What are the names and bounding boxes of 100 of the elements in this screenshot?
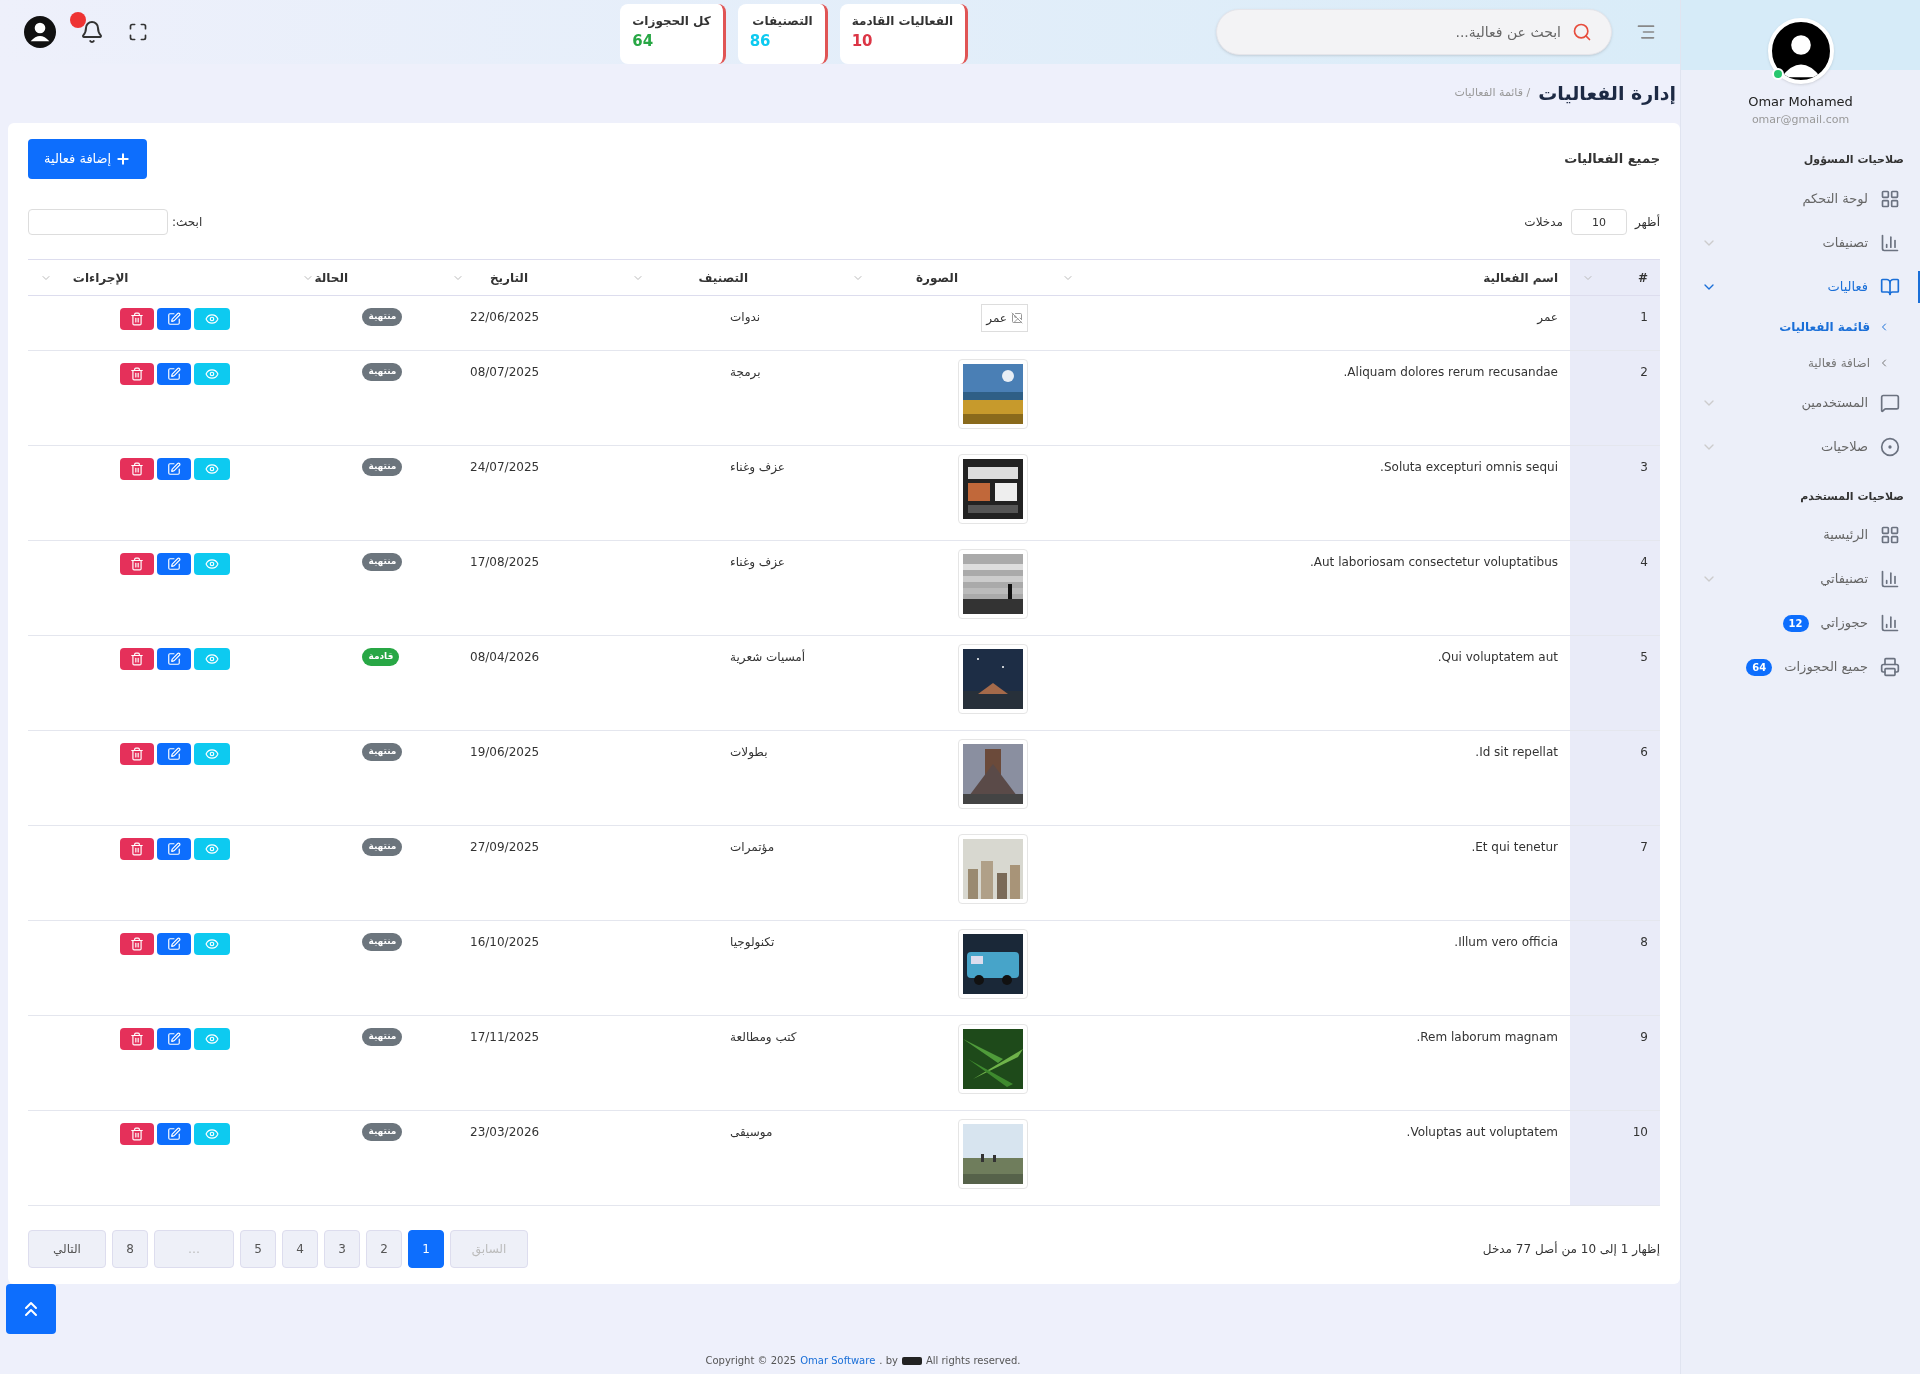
table-cell: بطولات — [620, 730, 840, 826]
table-cell: 08/04/2026 — [440, 635, 620, 731]
table-cell: 24/07/2025 — [440, 445, 620, 541]
grid-icon — [1880, 188, 1900, 209]
user-email: omar@gmail.com — [1751, 111, 1850, 128]
eye-icon — [205, 367, 219, 381]
trash-icon — [130, 747, 144, 761]
stat-label: كل الحجوزات — [632, 13, 711, 30]
table-cell: 27/09/2025 — [440, 825, 620, 921]
column-header[interactable]: التصنيف — [698, 268, 828, 287]
table-cell: 5 — [1570, 635, 1660, 731]
column-header[interactable]: التاريخ — [489, 268, 608, 287]
eye-icon — [205, 747, 219, 761]
table-cell: عمر — [1050, 295, 1570, 351]
submenu-item[interactable]: اضافة فعالية — [1697, 344, 1904, 381]
search-icon — [1572, 22, 1592, 42]
column-header[interactable]: الصورة — [916, 268, 1038, 287]
column-header[interactable]: اسم الفعالية — [1483, 268, 1558, 287]
table-cell: عزف وغناء — [620, 445, 840, 541]
eye-icon — [205, 557, 219, 571]
eye-icon — [205, 842, 219, 856]
table-search-field[interactable] — [28, 209, 168, 235]
table-cell: Voluptas aut voluptatem. — [1050, 1110, 1570, 1206]
page-button[interactable]: 8 — [112, 1230, 148, 1268]
edit-icon — [167, 367, 181, 381]
table-cell: Aliquam dolores rerum recusandae. — [1050, 350, 1570, 446]
table-cell: 19/06/2025 — [440, 730, 620, 826]
table-cell: موسيقى — [620, 1110, 840, 1206]
delete-button[interactable] — [120, 838, 154, 860]
trash-icon — [130, 557, 144, 571]
column-header[interactable]: # — [1637, 268, 1648, 287]
edit-button[interactable] — [157, 553, 191, 575]
edit-button[interactable] — [157, 838, 191, 860]
section-title: صلاحيات المسؤول — [1802, 152, 1904, 168]
edit-button[interactable] — [157, 743, 191, 765]
sidebar-item[interactable]: صلاحيات — [1697, 424, 1904, 469]
delete-button[interactable] — [120, 933, 154, 955]
column-header[interactable]: الحالة — [314, 268, 428, 287]
company-link[interactable]: Omar Software — [800, 1353, 876, 1368]
sidebar-item[interactable]: لوحة التحكم — [1697, 176, 1904, 221]
sidebar-item[interactable]: المستخدمين — [1697, 380, 1904, 425]
sidebar-item[interactable]: تصنيفاتي — [1697, 557, 1904, 601]
menu-icon[interactable] — [1636, 22, 1656, 42]
add-button[interactable]: إضافة فعالية — [28, 139, 148, 179]
edit-button[interactable] — [157, 1028, 191, 1050]
card-title: جميع الفعاليات — [1564, 150, 1660, 169]
sidebar-item[interactable]: فعاليات — [1697, 264, 1904, 309]
page-button[interactable]: 1 — [408, 1230, 444, 1268]
edit-button[interactable] — [157, 648, 191, 670]
table-cell: ندوات — [620, 295, 840, 351]
trash-icon — [130, 367, 144, 381]
delete-button[interactable] — [120, 458, 154, 480]
sidebar-item[interactable]: الرئيسية — [1697, 513, 1904, 557]
scroll-top-button[interactable] — [6, 1284, 56, 1334]
trash-icon — [130, 937, 144, 951]
stat-label: التصنيفات — [752, 13, 813, 30]
sidebar-item[interactable]: تصنيفات — [1697, 220, 1904, 265]
submenu-item[interactable]: قائمة الفعاليات — [1697, 308, 1904, 345]
bar-chart-icon — [1880, 232, 1900, 253]
fullscreen-icon[interactable] — [128, 22, 148, 42]
edit-button[interactable] — [157, 363, 191, 385]
search-field[interactable]: ابحث عن فعالية... — [1216, 9, 1612, 55]
user-name: Omar Mohamed — [1748, 93, 1853, 111]
edit-icon — [167, 652, 181, 666]
section-title: صلاحيات المستخدم — [1799, 488, 1904, 505]
entries-label: مدخلات — [1524, 214, 1563, 231]
bell-icon[interactable] — [80, 20, 104, 44]
copyright-text: Copyright © 2025 — [705, 1354, 797, 1368]
delete-button[interactable] — [120, 743, 154, 765]
user-icon[interactable] — [24, 16, 56, 48]
column-header[interactable]: الإجراءات — [72, 268, 279, 287]
stat-value: 86 — [749, 31, 771, 52]
eye-icon — [205, 937, 219, 951]
page-button[interactable]: 3 — [324, 1230, 360, 1268]
status-badge: منتهية — [362, 933, 403, 951]
table-cell: 9 — [1570, 1015, 1660, 1111]
delete-button[interactable] — [120, 1123, 154, 1145]
edit-icon — [167, 557, 181, 571]
delete-button[interactable] — [120, 308, 154, 330]
delete-button[interactable] — [120, 648, 154, 670]
entries-field[interactable]: 10 — [1570, 209, 1627, 235]
page-button[interactable]: 5 — [240, 1230, 276, 1268]
edit-icon — [167, 312, 181, 326]
stat-value: 64 — [632, 31, 654, 52]
table-cell: 3 — [1570, 445, 1660, 541]
table-cell: 10 — [1570, 1110, 1660, 1206]
delete-button[interactable] — [120, 553, 154, 575]
edit-icon — [167, 747, 181, 761]
edit-button[interactable] — [157, 1123, 191, 1145]
page-button[interactable]: 4 — [282, 1230, 318, 1268]
edit-button[interactable] — [157, 933, 191, 955]
edit-button[interactable] — [157, 308, 191, 330]
delete-button[interactable] — [120, 1028, 154, 1050]
page-button[interactable]: التالي — [28, 1230, 106, 1268]
page-button[interactable]: 2 — [366, 1230, 402, 1268]
table-cell: 17/11/2025 — [440, 1015, 620, 1111]
table-cell: كتب ومطالعة — [620, 1015, 840, 1111]
delete-button[interactable] — [120, 363, 154, 385]
stat-value: 10 — [851, 31, 873, 52]
edit-button[interactable] — [157, 458, 191, 480]
